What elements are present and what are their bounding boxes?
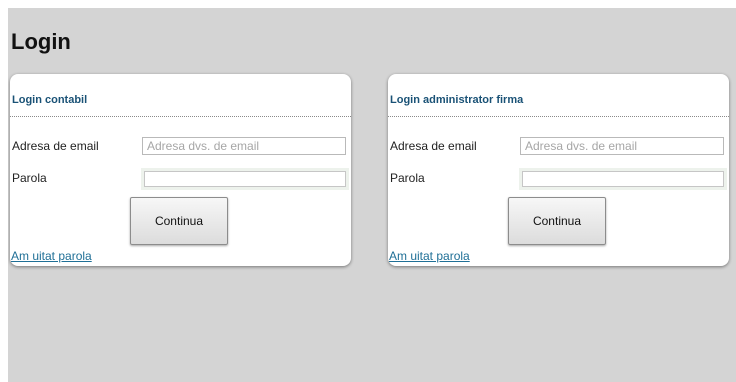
email-row: Adresa de email	[12, 137, 346, 157]
password-row: Parola	[12, 169, 346, 189]
email-input[interactable]	[520, 137, 724, 155]
forgot-password-link[interactable]: Am uitat parola	[11, 249, 92, 264]
password-label: Parola	[390, 171, 425, 185]
forgot-password-link[interactable]: Am uitat parola	[389, 249, 470, 264]
email-label: Adresa de email	[12, 139, 99, 153]
email-input[interactable]	[142, 137, 346, 155]
email-label: Adresa de email	[390, 139, 477, 153]
page-title: Login	[11, 29, 71, 54]
password-input[interactable]	[144, 171, 346, 187]
password-row: Parola	[390, 169, 724, 189]
continue-button[interactable]: Continua	[508, 197, 606, 245]
continue-button[interactable]: Continua	[130, 197, 228, 245]
accountant-login-panel: Login contabil Adresa de email Parola Co…	[10, 74, 351, 266]
panel-title: Login contabil	[10, 74, 351, 117]
login-page: Login Login contabil Adresa de email Par…	[8, 8, 736, 382]
company-admin-login-panel: Login administrator firma Adresa de emai…	[388, 74, 729, 266]
email-row: Adresa de email	[390, 137, 724, 157]
panel-title: Login administrator firma	[388, 74, 729, 117]
password-input[interactable]	[522, 171, 724, 187]
password-label: Parola	[12, 171, 47, 185]
